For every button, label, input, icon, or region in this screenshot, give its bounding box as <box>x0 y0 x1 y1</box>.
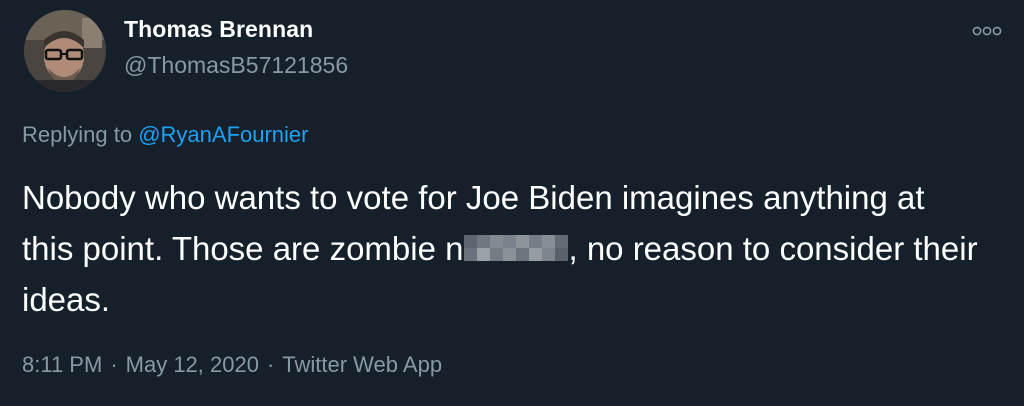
tweet-date-link[interactable]: May 12, 2020 <box>126 352 259 377</box>
replying-to-line: Replying to @RyanAFournier <box>22 122 309 148</box>
meta-separator: · <box>110 352 118 377</box>
more-options-icon[interactable] <box>972 24 1002 38</box>
tweet-source-link[interactable]: Twitter Web App <box>282 352 442 377</box>
tweet-metadata: 8:11 PM · May 12, 2020 · Twitter Web App <box>22 352 442 378</box>
replying-to-label: Replying to <box>22 122 133 147</box>
tweet-time-link[interactable]: 8:11 PM <box>22 352 102 377</box>
author-handle[interactable]: @ThomasB57121856 <box>124 52 348 79</box>
tweet-text: Nobody who wants to vote for Joe Biden i… <box>22 172 982 325</box>
avatar[interactable] <box>24 10 106 92</box>
tweet-card: Thomas Brennan @ThomasB57121856 Replying… <box>0 0 1024 406</box>
meta-separator: · <box>266 352 275 377</box>
author-name[interactable]: Thomas Brennan <box>124 16 313 43</box>
avatar-photo-icon <box>24 10 106 92</box>
reply-mention-link[interactable]: @RyanAFournier <box>138 122 308 147</box>
pixelated-censor-icon <box>464 235 569 262</box>
